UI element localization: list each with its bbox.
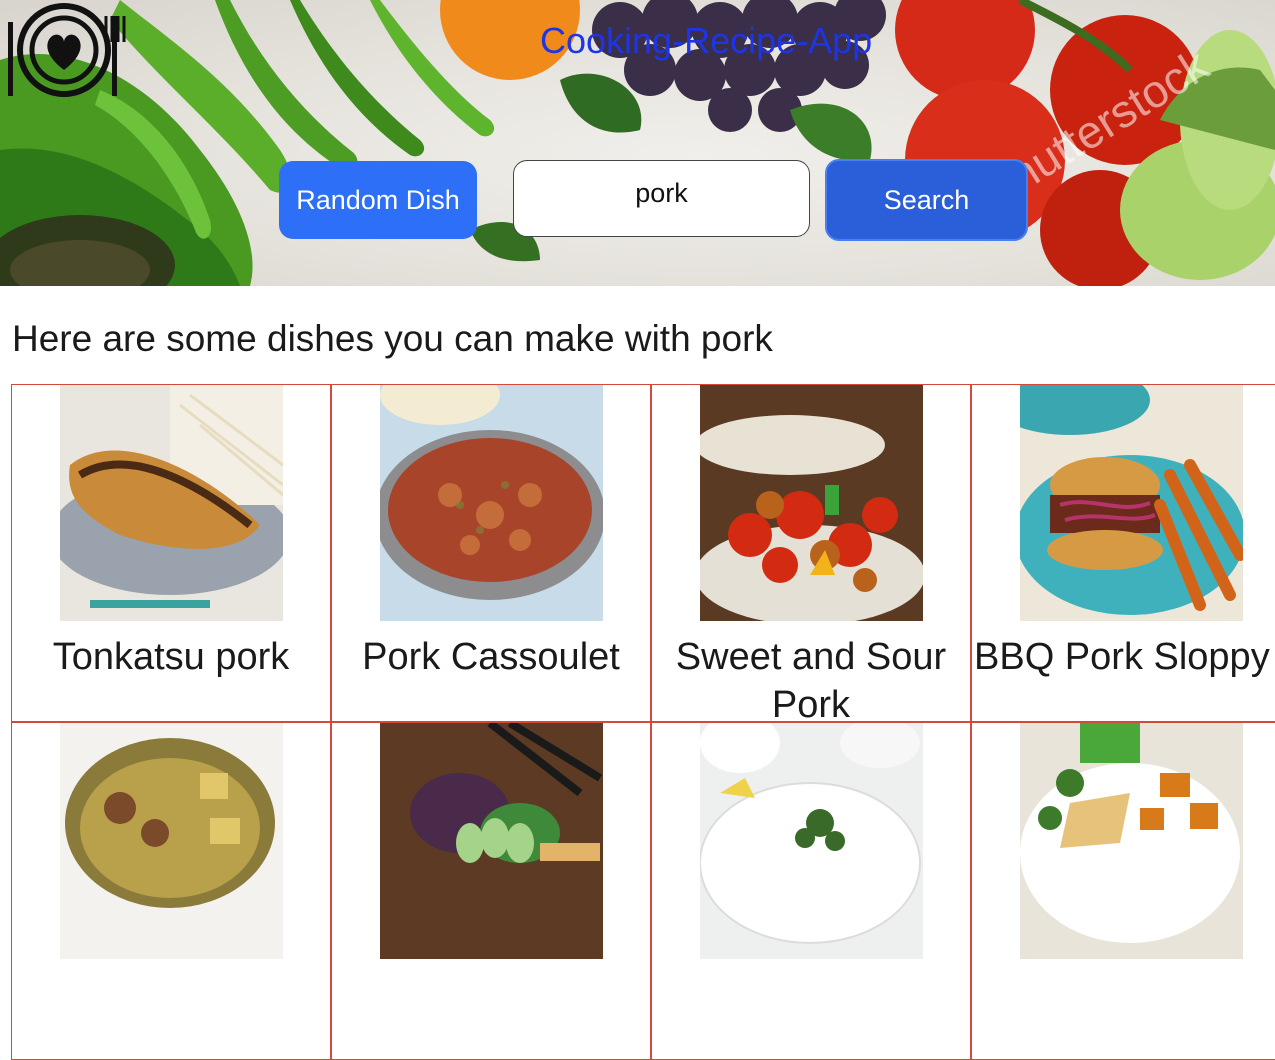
dish-image: [700, 723, 923, 959]
dish-image: [1020, 385, 1243, 621]
dish-card[interactable]: [651, 722, 971, 1060]
cooking-logo-icon: [8, 3, 126, 97]
dish-card[interactable]: Sweet and Sour Pork: [651, 384, 971, 722]
dish-image: [60, 723, 283, 959]
app-title: Cooking-Recipe-App: [540, 20, 873, 61]
dish-image: [380, 723, 603, 959]
dish-name: BBQ Pork Sloppy Joes: [974, 636, 1275, 678]
dish-image: [1020, 723, 1243, 959]
search-button[interactable]: Search: [825, 159, 1028, 241]
dish-card[interactable]: Tonkatsu pork: [11, 384, 331, 722]
dish-name: Pork Cassoulet: [362, 636, 620, 678]
dish-name: Tonkatsu pork: [52, 636, 290, 678]
dish-image: [700, 385, 923, 621]
dish-card[interactable]: [11, 722, 331, 1060]
dish-card[interactable]: Pork Cassoulet: [331, 384, 651, 722]
dish-card[interactable]: BBQ Pork Sloppy Joes: [971, 384, 1275, 722]
dish-image: [380, 385, 603, 621]
dish-image: [60, 385, 283, 621]
random-dish-button[interactable]: Random Dish: [279, 161, 477, 239]
dish-name: Sweet and Sour Pork: [675, 636, 947, 722]
search-input[interactable]: [513, 160, 810, 237]
results-heading: Here are some dishes you can make with p…: [12, 318, 773, 359]
dish-grid: Tonkatsu pork Pork Cassoulet Sweet and S…: [11, 384, 1275, 1060]
dish-card[interactable]: [971, 722, 1275, 1060]
header-banner: shutterstock Cooking-Recipe-App Random D…: [0, 0, 1275, 286]
dish-card[interactable]: [331, 722, 651, 1060]
